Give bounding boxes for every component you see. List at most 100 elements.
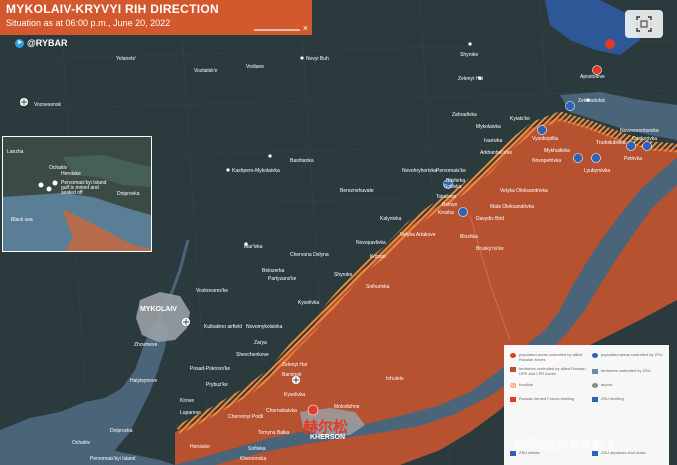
place-label-arkhanhelske: Arkhanhel's'ke xyxy=(480,150,513,156)
place-label-velyka-artakove: Velyka Artakove xyxy=(400,232,436,238)
place-label-pervomaiskyi-island: Pervomais'kyi Island xyxy=(90,456,136,462)
place-label-heroiske: Heroiske xyxy=(190,444,210,450)
place-label-krosha: Krosha xyxy=(438,210,454,216)
place-label-zelenodolsk: Zelenodolsk xyxy=(578,98,605,104)
inset-label: Black sea xyxy=(11,217,33,223)
legend-swatch xyxy=(510,367,516,372)
header-banner: MYKOLAIV-KRYVYI RIH DIRECTION Situation … xyxy=(0,0,312,35)
map-subtitle: Situation as at 06:00 p.m., June 20, 202… xyxy=(6,18,171,28)
place-label-novomykolaivka: Novomykolaivka xyxy=(246,324,283,330)
chinese-overlay-text: 赫尔松 xyxy=(303,419,349,436)
place-label-dniprovka: Dniprovka xyxy=(110,428,133,434)
legend-marker xyxy=(592,353,598,358)
legend-marker xyxy=(592,397,598,402)
hotspot-marker xyxy=(605,39,615,49)
place-label-zarya: Zarya xyxy=(254,340,267,346)
airport-icon xyxy=(182,318,190,326)
place-label-lupareve: Lupareve xyxy=(180,410,201,416)
legend-swatch xyxy=(510,383,516,388)
legend-item: populated areas controlled by allied Rus… xyxy=(510,352,590,362)
telegram-icon: ➤ xyxy=(15,38,24,48)
place-label-tomyna-balka: Tomyna Balka xyxy=(258,430,290,436)
place-label-yelanets: Yelanets' xyxy=(116,56,136,62)
legend-item: frontline xyxy=(510,382,590,388)
place-label-zahradivka: Zahradivka xyxy=(452,112,477,118)
place-label-petrivka: Petrivka xyxy=(624,156,643,162)
place-label-beloye: Beloye xyxy=(442,202,458,208)
place-label-prybuzke: Prybuz'ke xyxy=(206,382,228,388)
place-label-molodizhne: Molodizhne xyxy=(334,404,360,410)
place-label-osokorivka: Osokorivka xyxy=(632,136,658,142)
legend-item: Russian Armed Forces shelling xyxy=(510,396,590,402)
place-label-chervonyi-podil: Chervonyi Podil xyxy=(228,414,264,420)
inset-label: Heroiske xyxy=(61,171,81,177)
inset-note: Pervomais'kyi Island gulf is mined and s… xyxy=(61,180,107,196)
place-label-mykhailivka: Mykhailivka xyxy=(544,148,570,154)
place-label-mykolaivka: Mykolaivka xyxy=(476,124,501,130)
place-label-kalynivka: Kalynivka xyxy=(380,216,402,222)
place-label-novovorontsovka: Novovorontsovka xyxy=(620,128,659,134)
inset-label: Dniprovka xyxy=(117,191,140,197)
place-label-halytsynove: Halytsynove xyxy=(130,378,158,384)
legend-item: airport xyxy=(592,382,672,388)
place-label-novyi-buh: Novyi Buh xyxy=(306,56,329,62)
close-icon[interactable]: × xyxy=(303,24,308,33)
place-label-kotzari: Kotzari xyxy=(370,254,386,260)
place-label-voznesensk: Voznesensk xyxy=(34,102,61,108)
place-label-novohryhorivka: Novohryhorivka xyxy=(402,168,437,174)
place-label-inhulets: Inhulets xyxy=(386,376,404,382)
place-label-lyubymivka: Lyubymivka xyxy=(584,168,611,174)
place-label-chornobaivka: Chornobaivka xyxy=(266,408,297,414)
place-label-shyroke: Shyroke xyxy=(460,52,479,58)
place-label-pervomaiske: Pervomais'ke xyxy=(436,168,466,174)
place-label-snihurivka: Snihurivka xyxy=(366,284,390,290)
place-label-vysokopillia: Vysokopillia xyxy=(532,136,559,142)
place-label-shevchenkove: Shevchenkove xyxy=(236,352,269,358)
fullscreen-icon xyxy=(625,10,663,38)
place-label-trudoliubivka: Trudoliubivka xyxy=(596,140,626,146)
legend-item: territories controlled by allied Russian… xyxy=(510,366,590,376)
place-label-ivanivka: Ivanivka xyxy=(484,138,503,144)
brand-text: @RYBAR xyxy=(27,38,68,48)
place-label-chervona-dolyna: Chervona Dolyna xyxy=(290,252,329,258)
legend-marker xyxy=(510,353,516,358)
place-label-davydiv-brid: Davydiv Brid xyxy=(476,216,505,222)
place-label-zhovtneve: Zhovtneve xyxy=(134,342,158,348)
map-title: MYKOLAIV-KRYVYI RIH DIRECTION xyxy=(6,2,219,16)
place-label-novopavlivka: Novopavlivka xyxy=(356,240,386,246)
place-label-ochakiv: Ochakiv xyxy=(72,440,91,446)
fullscreen-button[interactable] xyxy=(625,10,663,38)
place-label-velyka-oleksandrivka: Velyka Oleksandrivka xyxy=(500,188,548,194)
place-label-bereznehuvate: Bereznehuvate xyxy=(340,188,374,194)
place-label-khersonska: Khersonska xyxy=(240,456,267,462)
place-label-kulbakino: Kulbakino airfield xyxy=(204,324,243,330)
place-label-apostolove: Apostolove xyxy=(580,74,605,80)
place-label-solianka: Sofiivka xyxy=(248,446,266,452)
place-label-sofiivka: Sofiivka xyxy=(444,184,462,190)
place-label-kirove: Kirove xyxy=(180,398,195,404)
place-label-bruskynske: Brusky'ns'ke xyxy=(476,246,504,252)
legend-marker xyxy=(592,383,598,388)
social-watermark: 知闻社区@棉花絮飞 xyxy=(513,439,614,451)
inset-label: Lanzha xyxy=(7,149,24,155)
place-label-voskresenske: Voskresens'ke xyxy=(196,288,229,294)
inset-map[interactable]: Lanzha Ochakiv Dniprovka Heroiske Black … xyxy=(2,136,152,252)
place-label-kyiatske: Kyiats'ke xyxy=(510,116,530,122)
legend-item: territories controlled by ZSU xyxy=(592,368,672,374)
place-label-mala-oleksandrivka: Mala Oleksandrivka xyxy=(490,204,534,210)
place-label-novopetrivka: Novopetrivka xyxy=(532,158,562,164)
place-label-zelenyi-hai-s: Zelenyi Hai xyxy=(282,362,308,368)
place-label-bloshka: Bloshka xyxy=(460,234,478,240)
legend-item: populated areas controlled by ZSU xyxy=(592,352,672,358)
place-label-tokarevo: Tokarevo xyxy=(436,194,457,200)
legend-item: ZSU shelling xyxy=(592,396,672,402)
place-label-zelenyi-hai-n: Zelenyi Hai xyxy=(458,76,484,82)
place-label-bashtanka: Bashtanka xyxy=(290,158,314,164)
place-label-shyroke-s: Shyroke xyxy=(334,272,353,278)
header-divider xyxy=(254,29,300,31)
place-label-mykolaiv: MYKOLAIV xyxy=(140,306,177,313)
place-label-vodiane: Vodiane xyxy=(246,64,265,70)
legend-marker xyxy=(510,397,516,402)
brand-tag[interactable]: ➤ @RYBAR xyxy=(15,38,67,48)
place-label-posad-pokrovske: Posad-Pokrovs'ke xyxy=(190,366,231,372)
